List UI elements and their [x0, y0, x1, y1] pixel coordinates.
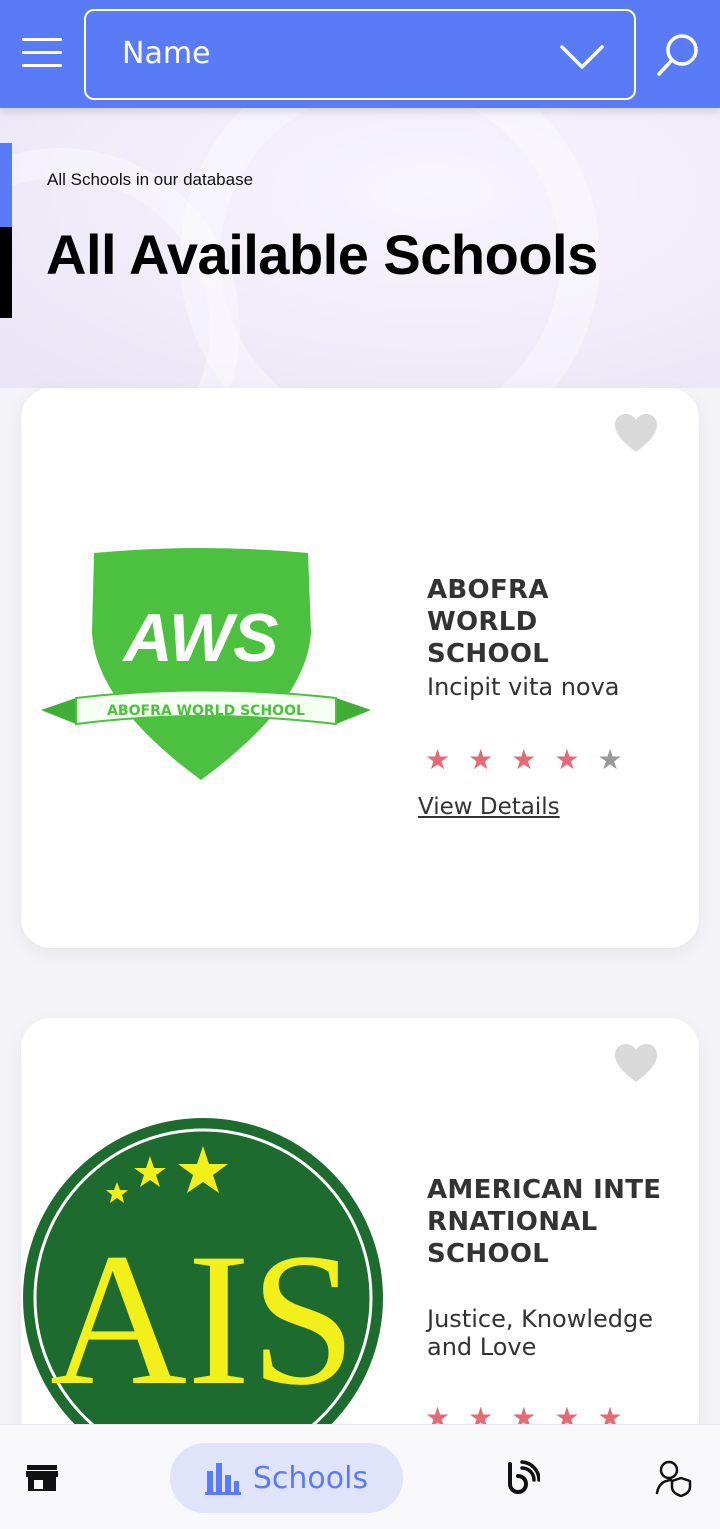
logo-banner-text: ABOFRA WORLD SCHOOL [107, 703, 305, 719]
nav-profile[interactable] [654, 1443, 694, 1513]
star-icon: ★ [511, 743, 537, 776]
heart-icon[interactable] [613, 1042, 659, 1084]
blog-icon [508, 1460, 540, 1494]
sort-select[interactable]: Name [84, 9, 636, 100]
chevron-down-icon [560, 45, 604, 69]
accent-bar [0, 227, 12, 318]
app-bar: Name [0, 0, 720, 108]
school-name: ABOFRA WORLD SCHOOL [427, 575, 550, 669]
rating-stars: ★ ★ ★ ★ ★ [425, 746, 623, 774]
sort-select-value: Name [122, 36, 211, 71]
school-logo: AWS ABOFRA WORLD SCHOOL [41, 548, 371, 780]
school-motto: Incipit vita nova [427, 673, 620, 701]
star-icon: ★ [468, 743, 494, 776]
star-icon: ★ [425, 743, 451, 776]
bar-chart-icon [204, 1463, 241, 1495]
search-icon[interactable] [655, 32, 701, 78]
school-name: AMERICAN INTE RNATIONAL SCHOOL [427, 1175, 662, 1269]
logo-letters: AIS [50, 1215, 356, 1425]
nav-blog[interactable] [502, 1443, 542, 1513]
store-icon [26, 1465, 58, 1491]
heart-icon[interactable] [613, 412, 659, 454]
school-card[interactable]: AWS ABOFRA WORLD SCHOOL ABOFRA WORLD SCH… [21, 388, 699, 948]
accent-bar [0, 143, 12, 227]
hero-subtitle: All Schools in our database [47, 170, 254, 189]
bottom-navigation: Schools [0, 1424, 720, 1529]
star-icon: ★ [554, 743, 580, 776]
view-details-link[interactable]: View Details [418, 794, 560, 820]
menu-icon[interactable] [22, 38, 62, 70]
nav-schools-label: Schools [252, 1460, 369, 1496]
school-motto: Justice, Knowledge and Love [427, 1305, 654, 1361]
logo-letters: AWS [122, 600, 279, 676]
user-shield-icon [655, 1460, 692, 1497]
page-title: All Available Schools [46, 223, 598, 286]
nav-store[interactable] [22, 1443, 62, 1513]
star-icon: ★ [597, 743, 623, 776]
nav-schools[interactable]: Schools [170, 1443, 403, 1513]
